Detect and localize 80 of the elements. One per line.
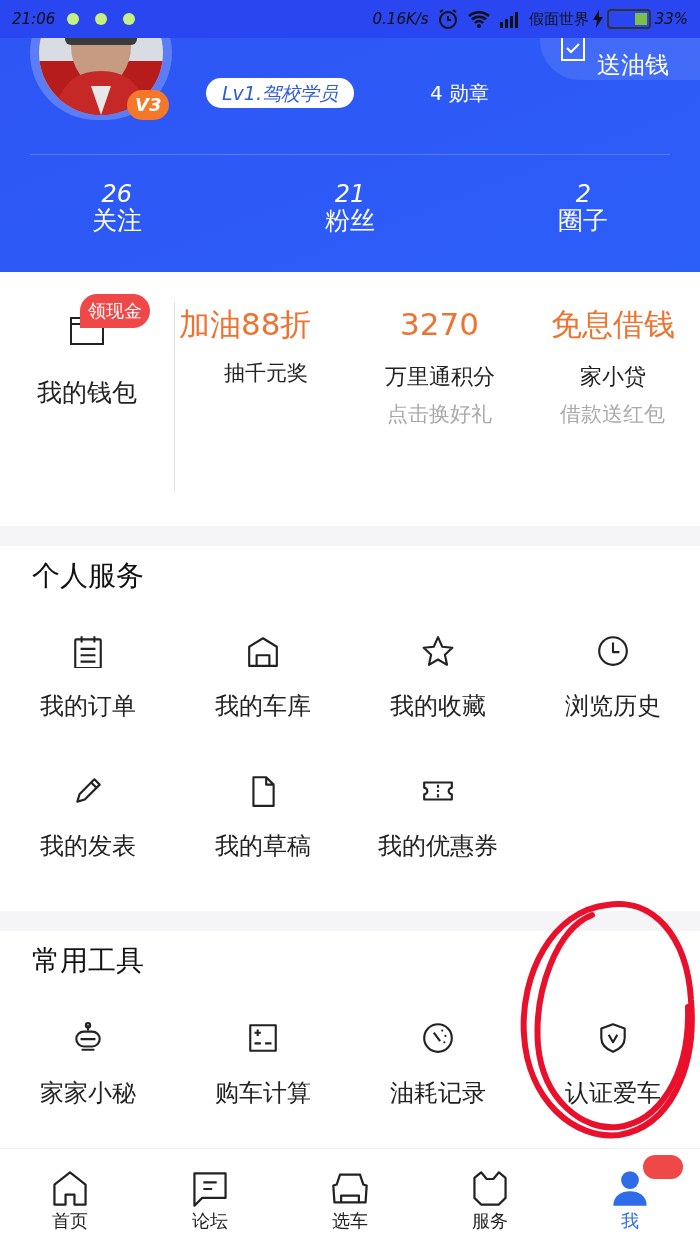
service-label: 我的草稿 [214,831,311,862]
status-time: 21:06 [12,8,56,30]
tab-item[interactable]: 论坛 [140,1169,280,1244]
promo-card[interactable]: 3270 万里通积分 点击换好礼 [353,302,526,526]
checkin-button[interactable]: 送油钱 [540,38,700,80]
promo-headline: 加油88折 [179,305,313,344]
service-item[interactable]: 我的优惠券 [350,774,525,864]
carrier-name: 假面世界 [528,8,589,30]
chat-icon [190,1169,230,1209]
service-item[interactable]: 认证爱车 [525,1021,700,1111]
tab-label: 选车 [332,1209,368,1233]
charging-icon [592,10,603,28]
service-label: 浏览历史 [564,691,661,722]
service-label: 购车计算 [214,1078,311,1109]
promo-subtitle: 点击换好礼 [387,401,492,428]
tab-label: 我 [621,1209,639,1233]
cash-badge: 领现金 [80,294,150,328]
garage-icon [245,634,280,668]
stat-count: 2 [575,182,591,206]
wifi-icon [466,9,491,29]
alarm-icon [436,8,459,30]
stat-label[interactable]: 圈子 [558,206,609,236]
service-label: 我的优惠券 [377,831,498,862]
tab-item[interactable]: 选车 [280,1169,420,1244]
stat-count: 21 [334,182,366,206]
service-label: 我的收藏 [389,691,486,722]
promo-card[interactable]: 加油88折 抽千元奖 [175,302,353,526]
level-tag[interactable]: Lv1.驾校学员 [206,78,354,108]
promo-title: 家小贷 [579,363,646,391]
tab-item[interactable]: 首页 [0,1169,140,1244]
promo-headline: 3270 [400,305,479,344]
clock-icon [595,634,630,668]
battery-percent: 33% [654,8,688,30]
person-icon [610,1169,650,1209]
section-title: 个人服务 [31,558,145,594]
promo-subtitle: 抽千元奖 [224,360,308,387]
service-label: 认证爱车 [564,1078,661,1109]
checkbox-icon [560,38,586,62]
promo-title: 万里通积分 [384,363,495,391]
service-label: 我的车库 [214,691,311,722]
home-icon [50,1169,90,1209]
stat-count: 26 [101,182,132,206]
promo-headline: 免息借钱 [550,305,675,344]
service-item[interactable]: 油耗记录 [350,1021,525,1111]
service-item[interactable]: 我的收藏 [350,634,525,724]
notification-icon [95,13,108,25]
promo-card[interactable]: 免息借钱 家小贷 借款送红包 [526,302,699,526]
notification-icon [67,13,80,25]
service-label: 家家小秘 [39,1078,136,1109]
service-item[interactable]: 我的订单 [0,634,175,724]
gauge-icon [420,1021,455,1055]
section-title: 常用工具 [31,943,145,979]
notification-badge [643,1155,683,1179]
service-item[interactable]: 我的发表 [0,774,175,864]
signal-icon [498,10,521,28]
service-item[interactable]: 我的草稿 [175,774,350,864]
service-item[interactable]: 我的车库 [175,634,350,724]
stat-label[interactable]: 粉丝 [325,206,375,236]
service-item[interactable]: 浏览历史 [525,634,700,724]
network-speed: 0.16K/s [372,8,429,30]
checkin-label: 送油钱 [597,50,669,80]
service-label: 我的订单 [39,691,136,722]
battery-icon [606,9,651,29]
service-label: 我的发表 [39,831,136,862]
tab-label: 论坛 [192,1209,228,1233]
tab-item[interactable]: 我 [560,1169,700,1244]
wallet-label[interactable]: 我的钱包 [37,374,137,412]
promo-subtitle: 借款送红包 [560,401,665,428]
service-item[interactable]: 家家小秘 [0,1021,175,1111]
service-item[interactable]: 购车计算 [175,1021,350,1111]
wrench-icon [470,1169,510,1209]
medal-count[interactable]: 4 勋章 [430,78,490,108]
vip-badge: V3 [127,90,170,120]
tab-item[interactable]: 服务 [420,1169,560,1244]
star-icon [420,634,455,668]
tab-label: 首页 [52,1209,88,1233]
tab-label: 服务 [472,1209,508,1233]
notification-icon [123,13,136,25]
service-label: 油耗记录 [389,1078,486,1109]
stat-label[interactable]: 关注 [91,206,142,236]
